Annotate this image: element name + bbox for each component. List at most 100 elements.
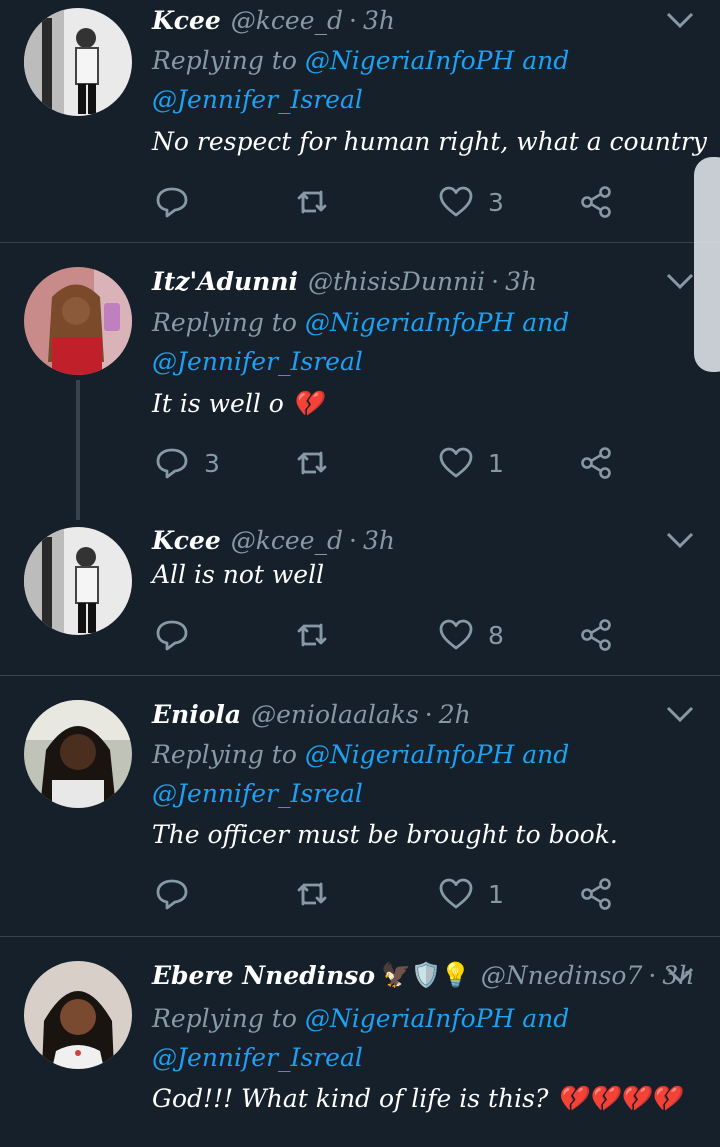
like-button[interactable]: 1	[438, 874, 504, 914]
like-button[interactable]: 3	[438, 182, 504, 222]
tweet[interactable]: Itz'Adunni @thisisDunnii · 3h Replying t…	[0, 243, 720, 520]
chevron-down-icon[interactable]	[664, 703, 696, 725]
mention-link[interactable]: @Jennifer_Isreal	[152, 779, 363, 808]
retweet-button[interactable]	[294, 874, 344, 914]
mention-link[interactable]: @NigeriaInfoPH	[305, 740, 514, 769]
replying-prefix: Replying to	[152, 46, 297, 75]
display-name[interactable]: Kcee	[152, 6, 221, 35]
mention-and[interactable]: and	[522, 46, 569, 75]
mention-link[interactable]: @Jennifer_Isreal	[152, 347, 363, 376]
display-name[interactable]: Ebere Nnedinso	[152, 961, 375, 990]
avatar[interactable]	[24, 527, 132, 635]
separator: ·	[349, 525, 357, 555]
avatar[interactable]	[24, 267, 132, 375]
user-handle[interactable]: @Nnedinso7	[481, 961, 643, 990]
avatar[interactable]	[24, 700, 132, 808]
tweet[interactable]: Kcee @kcee_d · 3h All is not well 8	[0, 520, 720, 674]
user-handle[interactable]: @kcee_d	[231, 6, 343, 35]
user-handle[interactable]: @thisisDunnii	[308, 267, 485, 296]
tweet-actions: 1	[152, 874, 672, 914]
reply-button[interactable]	[154, 874, 204, 914]
tweet-actions: 3 1	[152, 443, 672, 483]
like-count: 3	[488, 187, 504, 217]
avatar[interactable]	[24, 8, 132, 116]
like-button[interactable]: 8	[438, 615, 504, 655]
display-name[interactable]: Kcee	[152, 526, 221, 555]
thread-line	[76, 380, 80, 520]
heart-icon	[439, 619, 473, 650]
share-button[interactable]	[578, 874, 614, 914]
retweet-button[interactable]	[294, 443, 344, 483]
tweet[interactable]: Kcee @kcee_d · 3h Replying to @NigeriaIn…	[0, 0, 720, 242]
timestamp[interactable]: 3h	[363, 6, 395, 35]
tweet[interactable]: Eniola @eniolaalaks · 2h Replying to @Ni…	[0, 676, 720, 936]
user-handle[interactable]: @eniolaalaks	[251, 700, 419, 729]
reply-button[interactable]	[154, 182, 204, 222]
share-icon	[581, 619, 611, 651]
chevron-down-icon[interactable]	[664, 529, 696, 551]
retweet-icon	[297, 190, 327, 214]
tweet-text: No respect for human right, what a count…	[152, 127, 707, 156]
separator: ·	[491, 266, 500, 296]
separator: ·	[648, 960, 657, 990]
reply-icon	[156, 448, 188, 479]
tweet-text: It is well o 💔	[152, 389, 323, 419]
share-icon	[581, 447, 611, 479]
timestamp[interactable]: 2h	[439, 700, 471, 729]
broken-heart-emoji: 💔	[291, 389, 323, 418]
replying-prefix: Replying to	[152, 308, 297, 337]
share-icon	[581, 186, 611, 218]
share-icon	[581, 878, 611, 910]
avatar[interactable]	[24, 961, 132, 1069]
display-name[interactable]: Eniola	[152, 700, 241, 729]
share-button[interactable]	[578, 615, 614, 655]
like-count: 8	[488, 620, 504, 650]
like-button[interactable]: 1	[438, 443, 504, 483]
reply-icon	[156, 187, 188, 218]
separator: ·	[424, 699, 433, 729]
scrollbar-thumb[interactable]	[694, 157, 720, 372]
mention-and[interactable]: and	[522, 740, 569, 769]
like-count: 1	[488, 448, 504, 478]
mention-link[interactable]: @Jennifer_Isreal	[152, 1043, 363, 1072]
retweet-icon	[297, 623, 327, 647]
share-button[interactable]	[578, 182, 614, 222]
reply-icon	[156, 620, 188, 651]
replying-prefix: Replying to	[152, 1004, 297, 1033]
tweet-text-content: God!!! What kind of life is this?	[152, 1084, 549, 1113]
tweet[interactable]: Ebere Nnedinso 🦅🛡️💡 @Nnedinso7 · 3h Repl…	[0, 937, 720, 1147]
tweet-actions: 3	[152, 182, 672, 222]
retweet-button[interactable]	[294, 182, 344, 222]
separator: ·	[349, 5, 357, 35]
mention-link[interactable]: @NigeriaInfoPH	[305, 308, 514, 337]
mention-link[interactable]: @Jennifer_Isreal	[152, 85, 363, 114]
share-button[interactable]	[578, 443, 614, 483]
display-name[interactable]: Itz'Adunni	[152, 267, 298, 296]
timestamp[interactable]: 3h	[363, 526, 395, 555]
tweet-actions: 8	[152, 615, 672, 655]
replying-to: Replying to @NigeriaInfoPH and @Jennifer…	[152, 303, 672, 381]
broken-heart-emoji: 💔💔💔💔	[556, 1084, 681, 1113]
replying-prefix: Replying to	[152, 740, 297, 769]
mention-and[interactable]: and	[522, 308, 569, 337]
name-emoji: 🦅🛡️💡	[381, 961, 471, 989]
reply-button[interactable]	[154, 615, 204, 655]
reply-icon	[156, 879, 188, 910]
reply-button[interactable]: 3	[154, 443, 220, 483]
retweet-icon	[297, 882, 327, 906]
mention-link[interactable]: @NigeriaInfoPH	[305, 46, 514, 75]
retweet-button[interactable]	[294, 615, 344, 655]
retweet-icon	[297, 451, 327, 475]
chevron-down-icon[interactable]	[664, 964, 696, 986]
user-handle[interactable]: @kcee_d	[231, 526, 343, 555]
chevron-down-icon[interactable]	[664, 9, 696, 31]
replying-to: Replying to @NigeriaInfoPH and @Jennifer…	[152, 735, 672, 813]
heart-icon	[439, 186, 473, 217]
timestamp[interactable]: 3h	[505, 267, 537, 296]
mention-link[interactable]: @NigeriaInfoPH	[305, 1004, 514, 1033]
replying-to: Replying to @NigeriaInfoPH and @Jennifer…	[152, 41, 672, 119]
chevron-down-icon[interactable]	[664, 270, 696, 292]
tweet-text: God!!! What kind of life is this? 💔💔💔💔	[152, 1084, 681, 1114]
tweet-text: The officer must be brought to book.	[152, 820, 618, 849]
mention-and[interactable]: and	[522, 1004, 569, 1033]
